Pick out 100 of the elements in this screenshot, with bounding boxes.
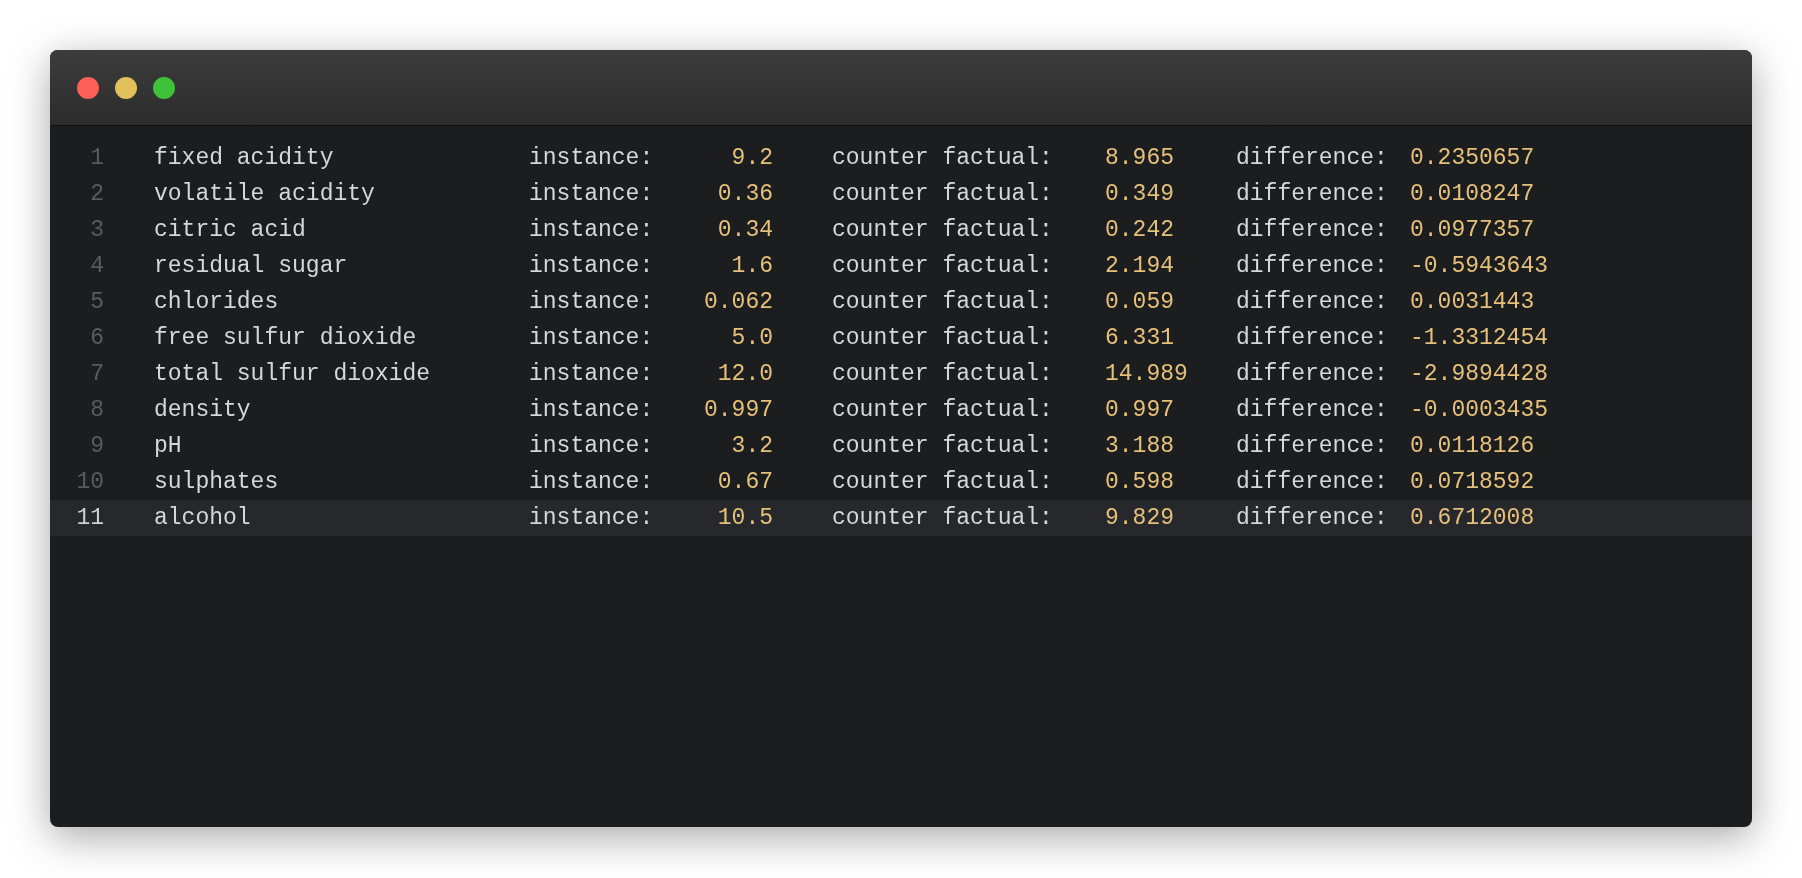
instance-value: 0.67 (716, 467, 773, 497)
instance-label: instance: (529, 359, 655, 389)
difference-value: 0.2350657 (1410, 143, 1535, 173)
difference-label: difference: (1236, 143, 1389, 173)
line-number: 3 (89, 215, 104, 245)
counterfactual-value: 3.188 (1105, 431, 1175, 461)
code-line[interactable]: 3 citric acid instance: 0.34 counter factual: 0.242 difference: 0.0977357 (50, 212, 1752, 248)
instance-label: instance: (529, 431, 655, 461)
window-button[interactable] (153, 76, 175, 99)
counterfactual-value: 6.331 (1105, 323, 1175, 353)
counterfactual-value: 8.965 (1105, 143, 1175, 173)
instance-value: 3.2 (730, 431, 773, 461)
difference-value: -1.3312454 (1410, 323, 1549, 353)
instance-label: instance: (529, 215, 655, 245)
instance-value: 9.2 (730, 143, 773, 173)
difference-label: difference: (1236, 179, 1389, 209)
counterfactual-label: counter factual: (832, 143, 1054, 173)
difference-label: difference: (1236, 215, 1389, 245)
feature-name: pH (154, 431, 183, 461)
instance-value: 10.5 (716, 503, 773, 533)
difference-label: difference: (1236, 323, 1389, 353)
difference-label: difference: (1236, 431, 1389, 461)
line-number: 2 (89, 179, 104, 209)
feature-name: density (154, 395, 252, 425)
counterfactual-value: 14.989 (1105, 359, 1189, 389)
difference-value: -0.0003435 (1410, 395, 1549, 425)
counterfactual-value: 9.829 (1105, 503, 1175, 533)
difference-value: 0.0977357 (1410, 215, 1535, 245)
instance-value: 0.997 (703, 395, 773, 425)
line-number: 1 (89, 143, 104, 173)
code-line[interactable]: 4 residual sugar instance: 1.6 counter factual: 2.194 difference: -0.5943643 (50, 248, 1752, 284)
counterfactual-value: 0.997 (1105, 395, 1175, 425)
counterfactual-value: 0.242 (1105, 215, 1175, 245)
feature-name: total sulfur dioxide (154, 359, 432, 389)
window-button[interactable] (115, 76, 137, 99)
feature-name: citric acid (154, 215, 307, 245)
code-line[interactable]: 10 sulphates instance: 0.67 counter factual: 0.598 difference: 0.0718592 (50, 464, 1752, 500)
window-button[interactable] (77, 76, 99, 99)
instance-value: 5.0 (730, 323, 773, 353)
feature-name: fixed acidity (154, 143, 335, 173)
difference-value: 0.0718592 (1410, 467, 1535, 497)
instance-label: instance: (529, 467, 655, 497)
counterfactual-value: 2.194 (1105, 251, 1175, 281)
feature-name: residual sugar (154, 251, 349, 281)
code-line[interactable]: 5 chlorides instance: 0.062 counter factual: 0.059 difference: 0.0031443 (50, 284, 1752, 320)
instance-label: instance: (529, 251, 655, 281)
line-number: 10 (75, 467, 104, 497)
instance-label: instance: (529, 287, 655, 317)
counterfactual-label: counter factual: (832, 323, 1054, 353)
difference-label: difference: (1236, 287, 1389, 317)
difference-label: difference: (1236, 251, 1389, 281)
feature-name: volatile acidity (154, 179, 376, 209)
line-number: 4 (89, 251, 104, 281)
counterfactual-value: 0.349 (1105, 179, 1175, 209)
instance-value: 12.0 (716, 359, 773, 389)
counterfactual-label: counter factual: (832, 431, 1054, 461)
difference-label: difference: (1236, 395, 1389, 425)
counterfactual-label: counter factual: (832, 179, 1054, 209)
counterfactual-label: counter factual: (832, 395, 1054, 425)
line-number: 11 (75, 503, 104, 533)
feature-name: alcohol (154, 503, 252, 533)
counterfactual-label: counter factual: (832, 287, 1054, 317)
instance-label: instance: (529, 179, 655, 209)
counterfactual-value: 0.059 (1105, 287, 1175, 317)
difference-label: difference: (1236, 503, 1389, 533)
counterfactual-label: counter factual: (832, 359, 1054, 389)
instance-value: 0.36 (716, 179, 773, 209)
instance-value: 0.34 (716, 215, 773, 245)
code-line[interactable]: 8 density instance: 0.997 counter factual: 0.997 difference: -0.0003435 (50, 392, 1752, 428)
counterfactual-value: 0.598 (1105, 467, 1175, 497)
difference-value: 0.0118126 (1410, 431, 1535, 461)
difference-label: difference: (1236, 359, 1389, 389)
code-line[interactable]: 6 free sulfur dioxide instance: 5.0 counter factual: 6.331 difference: -1.3312454 (50, 320, 1752, 356)
line-number: 7 (89, 359, 104, 389)
line-number: 5 (89, 287, 104, 317)
code-line[interactable]: 9 pH instance: 3.2 counter factual: 3.188 difference: 0.0118126 (50, 428, 1752, 464)
difference-label: difference: (1236, 467, 1389, 497)
code-line[interactable]: 1 fixed acidity instance: 9.2 counter factual: 8.965 difference: 0.2350657 (50, 140, 1752, 176)
feature-name: free sulfur dioxide (154, 323, 418, 353)
code-line[interactable]: 7 total sulfur dioxide instance: 12.0 counter factual: 14.989 difference: -2.9894428 (50, 356, 1752, 392)
line-number: 9 (89, 431, 104, 461)
line-number: 8 (89, 395, 104, 425)
instance-label: instance: (529, 143, 655, 173)
counterfactual-label: counter factual: (832, 251, 1054, 281)
difference-value: 0.6712008 (1410, 503, 1535, 533)
feature-name: sulphates (154, 467, 280, 497)
difference-value: -2.9894428 (1410, 359, 1549, 389)
instance-label: instance: (529, 395, 655, 425)
instance-value: 1.6 (730, 251, 773, 281)
counterfactual-label: counter factual: (832, 215, 1054, 245)
instance-label: instance: (529, 323, 655, 353)
line-number: 6 (89, 323, 104, 353)
instance-value: 0.062 (703, 287, 773, 317)
counterfactual-label: counter factual: (832, 467, 1054, 497)
code-line[interactable]: 2 volatile acidity instance: 0.36 counter factual: 0.349 difference: 0.0108247 (50, 176, 1752, 212)
feature-name: chlorides (154, 287, 280, 317)
instance-label: instance: (529, 503, 655, 533)
counterfactual-label: counter factual: (832, 503, 1054, 533)
difference-value: 0.0108247 (1410, 179, 1535, 209)
difference-value: -0.5943643 (1410, 251, 1549, 281)
